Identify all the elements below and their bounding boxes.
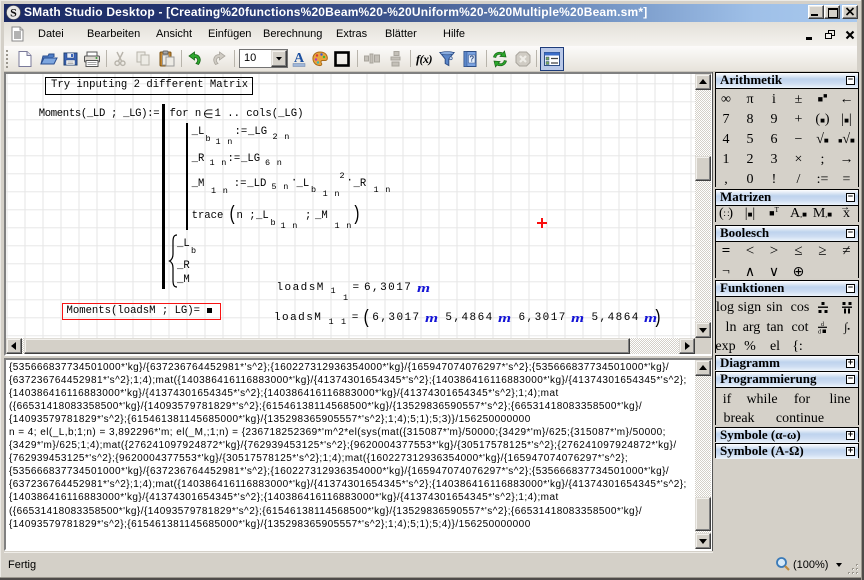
svg-text:?: ?: [469, 55, 474, 64]
svg-text:S: S: [10, 6, 17, 20]
svg-text:d: d: [818, 330, 821, 335]
